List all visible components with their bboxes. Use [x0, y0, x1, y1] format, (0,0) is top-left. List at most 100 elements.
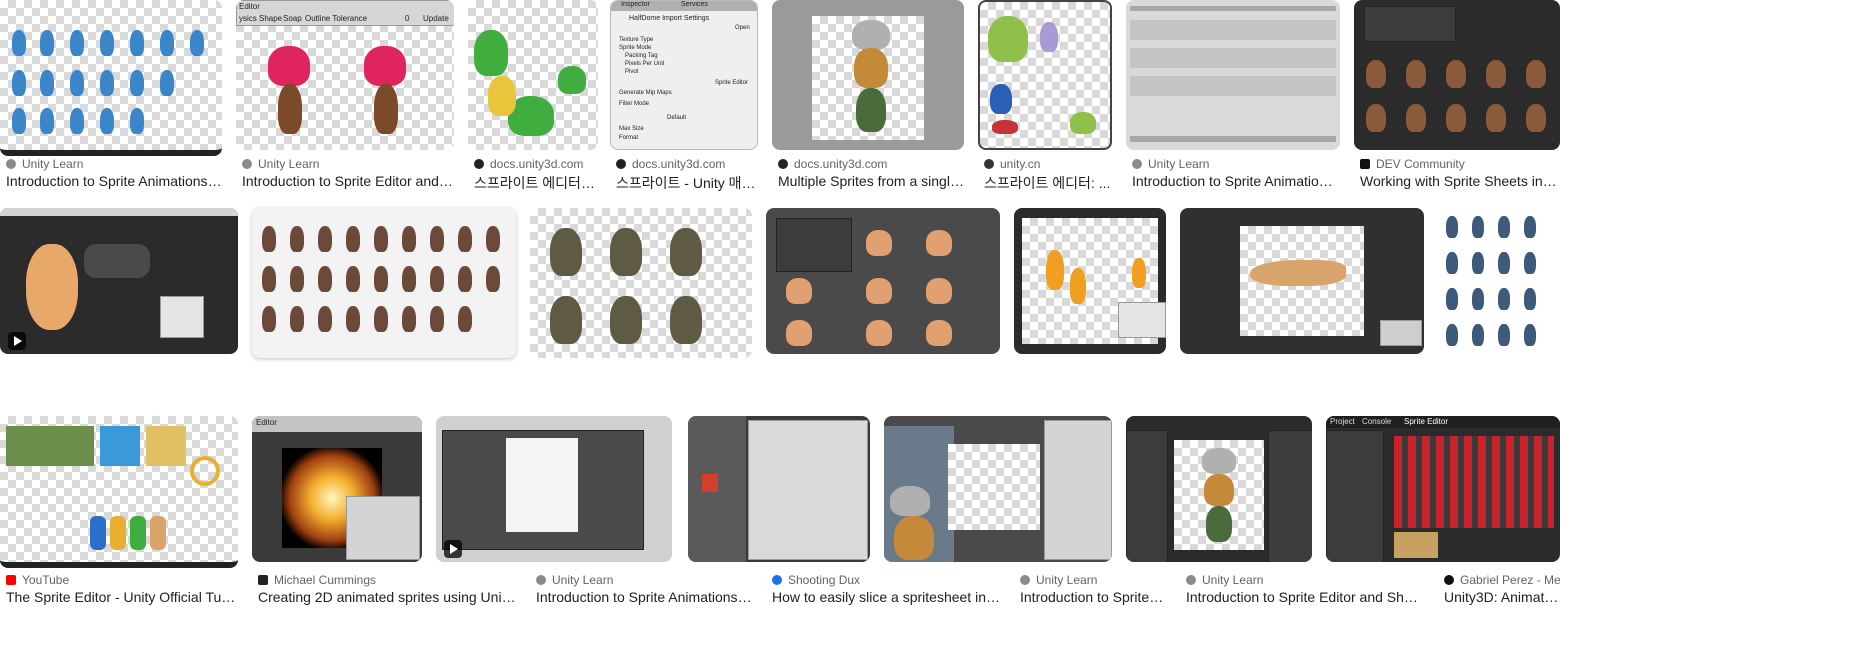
result-source[interactable]: unity.cn: [984, 157, 1112, 171]
result-title[interactable]: Introduction to Sprite Animations - U...: [6, 173, 222, 189]
result-thumbnail[interactable]: [1438, 208, 1560, 358]
result-tile[interactable]: [884, 416, 1112, 566]
result-tile[interactable]: Editor ysics Shape Soap Outline Toleranc…: [236, 0, 454, 200]
result-thumbnail[interactable]: Editor: [252, 416, 422, 562]
result-tile[interactable]: Gabriel Perez - Me... Unity3D: Animating…: [1438, 208, 1560, 605]
result-thumbnail[interactable]: [978, 0, 1112, 150]
result-source[interactable]: DEV Community: [1360, 157, 1560, 171]
sprite-figure: [1406, 104, 1426, 132]
result-thumbnail[interactable]: Inspector Services HalfDome Import Setti…: [610, 0, 758, 150]
result-thumbnail[interactable]: [1014, 208, 1166, 354]
result-source[interactable]: YouTube: [6, 573, 238, 587]
result-tile[interactable]: Unity Learn Introduction to Sprite Ed...: [1014, 208, 1166, 605]
result-thumbnail[interactable]: [884, 416, 1112, 562]
tab-label: Project: [1330, 417, 1355, 426]
sprite-figure: [374, 306, 388, 332]
result-tile[interactable]: [0, 416, 238, 568]
site-favicon-icon: [1186, 575, 1196, 585]
result-title[interactable]: 스프라이트 에디터: ...: [474, 173, 598, 193]
sprite-figure: [402, 306, 416, 332]
result-tile[interactable]: YouTube The Sprite Editor - Unity Offici…: [0, 208, 238, 605]
result-thumbnail[interactable]: [252, 208, 516, 358]
result-source[interactable]: Unity Learn: [1020, 573, 1166, 587]
toolbar-label: ysics Shape: [239, 14, 283, 23]
sprite-figure: [100, 108, 114, 134]
result-title[interactable]: Unity3D: Animating...: [1444, 589, 1560, 605]
result-tile[interactable]: Unity Learn Introduction to Sprite Edito…: [1180, 208, 1424, 605]
result-tile[interactable]: docs.unity3d.com Multiple Sprites from a…: [772, 0, 964, 200]
result-title[interactable]: Introduction to Sprite Editor and Sheets…: [1186, 589, 1424, 605]
result-thumbnail[interactable]: [0, 208, 238, 354]
result-source[interactable]: docs.unity3d.com: [474, 157, 598, 171]
result-tile[interactable]: [1126, 416, 1312, 566]
result-source[interactable]: docs.unity3d.com: [778, 157, 964, 171]
result-tile[interactable]: DEV Community Working with Sprite Sheets…: [1354, 0, 1560, 200]
result-tile[interactable]: Unity Learn Introduction to Sprite Anima…: [530, 208, 752, 605]
character-sprite: [786, 320, 812, 346]
result-thumbnail[interactable]: [468, 0, 598, 150]
result-tile[interactable]: Unity Learn Introduction to Sprite Anima…: [1126, 0, 1340, 200]
result-thumbnail[interactable]: [766, 208, 1000, 354]
result-thumbnail[interactable]: Editor ysics Shape Soap Outline Toleranc…: [236, 0, 454, 150]
result-source[interactable]: docs.unity3d.com: [616, 157, 758, 171]
result-thumbnail[interactable]: [1126, 0, 1340, 150]
project-panel: [1326, 430, 1384, 562]
sprite-figure: [160, 70, 174, 96]
result-tile[interactable]: Shooting Dux How to easily slice a sprit…: [766, 208, 1000, 605]
result-title[interactable]: Introduction to Sprite Ed...: [1020, 589, 1166, 605]
sprite-figure: [486, 226, 500, 252]
result-title[interactable]: The Sprite Editor - Unity Official Tutor…: [6, 589, 238, 605]
result-thumbnail[interactable]: [772, 0, 964, 150]
result-tile[interactable]: docs.unity3d.com 스프라이트 에디터: ...: [468, 0, 598, 200]
result-title[interactable]: Creating 2D animated sprites using Unity…: [258, 589, 516, 605]
result-title[interactable]: Introduction to Sprite Animations - Un..…: [536, 589, 752, 605]
soldier-sprite: [550, 228, 582, 276]
result-title[interactable]: Introduction to Sprite Animations - ...: [1132, 173, 1340, 189]
source-name: docs.unity3d.com: [490, 157, 584, 171]
result-title[interactable]: Working with Sprite Sheets in Unit...: [1360, 173, 1560, 189]
result-tile[interactable]: Project Console Sprite Editor: [1326, 416, 1560, 566]
result-title[interactable]: How to easily slice a spritesheet in Uni…: [772, 589, 1000, 605]
result-source[interactable]: Michael Cummings: [258, 573, 516, 587]
result-thumbnail[interactable]: Project Console Sprite Editor: [1326, 416, 1560, 562]
result-tile[interactable]: [436, 416, 672, 566]
green-hand: [1070, 112, 1096, 134]
result-thumbnail[interactable]: [0, 0, 222, 156]
result-source[interactable]: Unity Learn: [1132, 157, 1340, 171]
result-tile[interactable]: [688, 416, 870, 566]
result-tile[interactable]: Editor: [252, 416, 422, 566]
result-tile[interactable]: unity.cn 스프라이트 에디터: ...: [978, 0, 1112, 200]
result-thumbnail[interactable]: [1126, 416, 1312, 562]
result-thumbnail[interactable]: [530, 208, 752, 358]
result-thumbnail[interactable]: [688, 416, 870, 562]
result-source[interactable]: Unity Learn: [6, 157, 222, 171]
result-thumbnail[interactable]: [1180, 208, 1424, 354]
sprite-figure: [346, 226, 360, 252]
result-tile[interactable]: Inspector Services HalfDome Import Setti…: [610, 0, 758, 200]
result-thumbnail[interactable]: [436, 416, 672, 562]
result-source[interactable]: Unity Learn: [242, 157, 454, 171]
result-title[interactable]: 스프라이트 - Unity 매뉴얼: [616, 173, 758, 193]
key-item: [110, 516, 126, 550]
site-favicon-icon: [616, 159, 626, 169]
level-preview: [1394, 532, 1438, 558]
sprite-figure: [100, 30, 114, 56]
sprite-row: [1130, 20, 1336, 40]
result-source[interactable]: Unity Learn: [1186, 573, 1424, 587]
result-source[interactable]: Gabriel Perez - Me...: [1444, 573, 1560, 587]
zombie-head: [988, 16, 1028, 62]
result-source[interactable]: Unity Learn: [536, 573, 752, 587]
result-title[interactable]: Introduction to Sprite Editor and She...: [242, 173, 454, 189]
orange-limb: [1046, 250, 1064, 290]
result-tile[interactable]: Michael Cummings Creating 2D animated sp…: [252, 208, 516, 605]
slice-options-panel: [776, 218, 852, 272]
result-thumbnail[interactable]: [0, 416, 238, 568]
site-favicon-icon: [6, 159, 16, 169]
result-thumbnail[interactable]: [1354, 0, 1560, 150]
orange-limb: [1132, 258, 1146, 288]
result-tile[interactable]: Unity Learn Introduction to Sprite Anima…: [0, 0, 222, 200]
result-title[interactable]: Multiple Sprites from a single i...: [778, 173, 964, 189]
result-source[interactable]: Shooting Dux: [772, 573, 1000, 587]
sprite-figure: [458, 266, 472, 292]
result-title[interactable]: 스프라이트 에디터: ...: [984, 173, 1112, 193]
